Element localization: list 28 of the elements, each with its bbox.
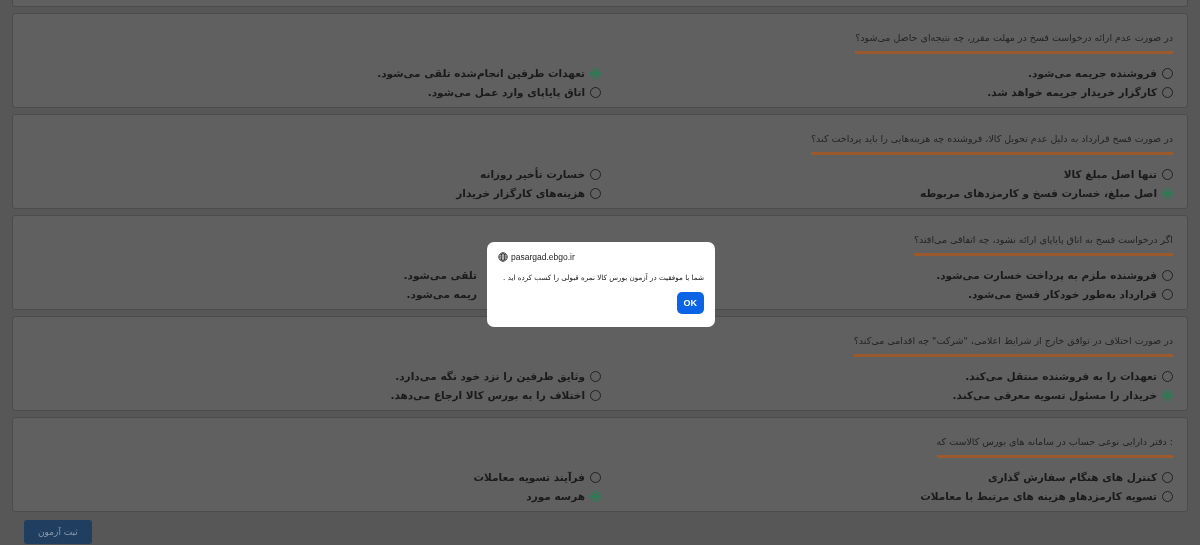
option-label: اتاق پایاپای وارد عمل می‌شود. [427, 86, 585, 98]
option-label: خریدار را مسئول تسویه معرفی می‌کند. [952, 389, 1157, 401]
option-label: هزینه‌های کارگزار خریدار [456, 187, 585, 199]
option-label: وثایق طرفین را نزد خود نگه می‌دارد. [395, 370, 585, 382]
option-label: فروشنده ملزم به پرداخت خسارت می‌شود. [936, 269, 1157, 281]
option-label: فرآیند تسویه معاملات [473, 471, 585, 483]
radio-button[interactable] [590, 490, 601, 502]
option-label: تنها اصل مبلغ کالا [1063, 168, 1157, 180]
option-label: تعهدات را به فروشنده منتقل می‌کند. [965, 370, 1157, 382]
option-label: فروشنده جریمه می‌شود. [1028, 67, 1157, 79]
radio-button[interactable] [590, 67, 601, 79]
ok-button[interactable]: OK [676, 292, 704, 314]
option-label: کنترل های هنگام سفارش گذاری [988, 471, 1157, 483]
radio-button[interactable] [1162, 389, 1173, 401]
option-label: تلقی می‌شود. [403, 269, 477, 281]
option-label: قرارداد به‌طور خودکار فسخ می‌شود. [967, 288, 1157, 300]
radio-button[interactable] [1162, 187, 1173, 199]
option-label: هرسه مورد [526, 490, 585, 502]
globe-icon [498, 252, 508, 262]
submit-button[interactable]: ثبت آزمون [24, 520, 92, 544]
option-label: ریمه می‌شود. [406, 288, 477, 300]
option-label: کارگزار خریدار جریمه خواهد شد. [987, 86, 1157, 98]
option-label: خسارت تأخیر روزانه [480, 168, 585, 180]
option-label: تسویه کارمزدهاو هزینه های مرتبط با معاملات [920, 490, 1157, 502]
option-label: تعهدات طرفین انجام‌شده تلقی می‌شود. [377, 67, 585, 79]
option-label: اختلاف را به بورس کالا ارجاع می‌دهد. [390, 389, 585, 401]
option-label: اصل مبلغ، خسارت فسخ و کارمزدهای مربوطه [920, 187, 1157, 199]
site-name: pasargad.ebgo.ir [511, 252, 575, 262]
